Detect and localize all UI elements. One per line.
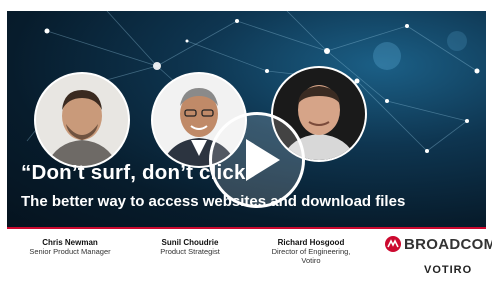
speaker-caption-richard: Richard Hosgood Director of Engineering,… [250,238,372,265]
accent-divider [7,227,486,229]
speaker-name: Richard Hosgood [277,238,345,247]
speaker-company: Votiro [301,256,321,265]
play-icon [246,139,280,181]
speaker-name: Sunil Choudrie [161,238,219,247]
speaker-photo-chris [34,72,130,168]
play-button[interactable] [209,112,305,208]
speaker-title: Senior Product Manager [29,247,111,256]
votiro-wordmark: VOTIRO [424,264,473,276]
speaker-name: Chris Newman [42,238,98,247]
speaker-title: Product Strategist [160,247,220,256]
video-thumbnail[interactable]: “Don’t surf, don’t click” The better way… [0,0,492,282]
speaker-title: Director of Engineering, [271,247,351,256]
broadcom-logo-icon [385,236,401,252]
broadcom-wordmark: BROADCOM [404,235,492,253]
speaker-caption-chris: Chris Newman Senior Product Manager [10,238,130,256]
speaker-caption-sunil: Sunil Choudrie Product Strategist [130,238,250,256]
broadcom-brand: BROADCOM [385,235,492,253]
